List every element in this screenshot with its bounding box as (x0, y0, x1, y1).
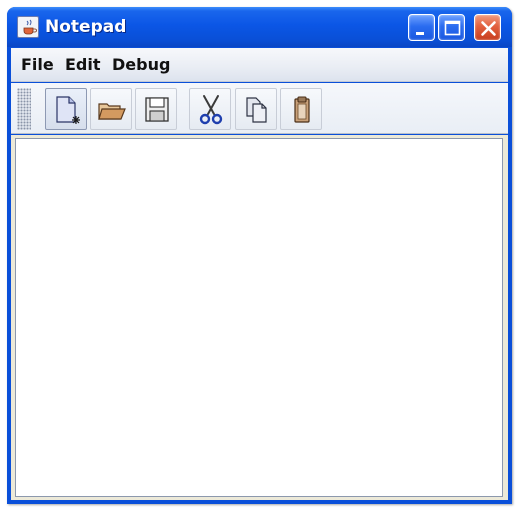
menu-bar: File Edit Debug (11, 48, 508, 82)
close-button[interactable] (474, 14, 501, 41)
java-cup-icon[interactable] (17, 16, 39, 38)
editor-frame (11, 135, 508, 500)
clipboard-icon (294, 96, 310, 123)
menu-debug[interactable]: Debug (112, 55, 170, 74)
toolbar-grip[interactable] (17, 88, 31, 130)
menu-edit[interactable]: Edit (65, 55, 101, 74)
text-editor-area[interactable] (15, 138, 503, 497)
save-disk-icon (145, 97, 169, 122)
paste-button[interactable] (280, 88, 322, 130)
menu-file[interactable]: File (21, 55, 54, 74)
open-folder-icon (98, 103, 126, 120)
close-icon (481, 21, 496, 36)
copy-icon (246, 97, 267, 123)
app-window: Notepad File Edit Debug (7, 7, 512, 504)
window-title: Notepad (45, 17, 127, 37)
maximize-button[interactable] (438, 14, 465, 41)
title-bar[interactable]: Notepad (7, 7, 512, 47)
open-button[interactable] (90, 88, 132, 130)
save-button[interactable] (135, 88, 177, 130)
scissors-icon (199, 95, 223, 125)
toolbar (11, 83, 508, 134)
new-document-icon (56, 96, 80, 124)
maximize-icon (444, 20, 461, 36)
cut-button[interactable] (189, 88, 231, 130)
minimize-button[interactable] (408, 14, 435, 41)
minimize-icon (416, 32, 424, 35)
copy-button[interactable] (235, 88, 277, 130)
new-button[interactable] (45, 88, 87, 130)
